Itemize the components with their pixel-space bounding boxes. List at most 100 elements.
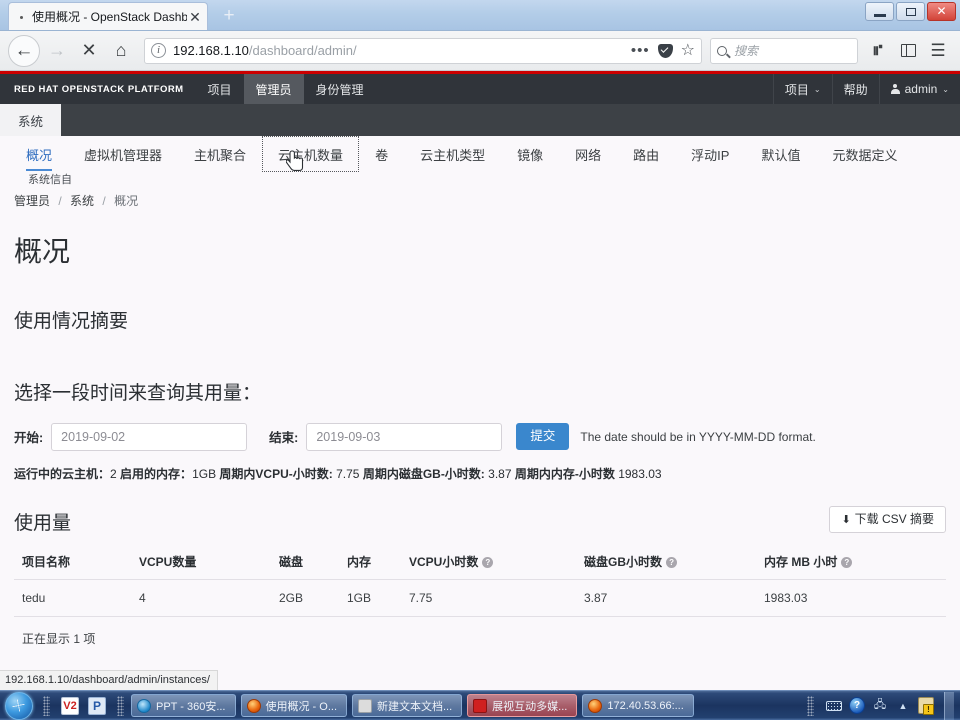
- show-desktop-button[interactable]: [944, 691, 954, 720]
- col-project-name[interactable]: 项目名称: [14, 546, 139, 580]
- minimize-button[interactable]: [865, 2, 894, 21]
- project-switcher-label: 项目: [784, 82, 809, 97]
- address-bar-actions: ••• ☆: [625, 42, 695, 58]
- browser-status-bar: 192.168.1.10/dashboard/admin/instances/: [0, 670, 218, 690]
- vcpu-hours-value: 7.75: [336, 466, 360, 481]
- page-actions-icon[interactable]: •••: [631, 43, 650, 58]
- col-disk[interactable]: 磁盘: [279, 546, 347, 580]
- panel-tabs: 概况 虚拟机管理器 主机聚合 云主机数量 卷 云主机类型 镜像 网络 路由 浮动…: [0, 136, 960, 172]
- end-date-input[interactable]: 2019-09-03: [306, 422, 503, 451]
- breadcrumb-admin[interactable]: 管理员: [14, 194, 50, 208]
- home-button[interactable]: ⌂: [106, 36, 136, 66]
- sidebar-icon[interactable]: [894, 37, 922, 65]
- tab-flavors[interactable]: 云主机类型: [404, 136, 501, 172]
- usage-table: 项目名称 VCPU数量 磁盘 内存 VCPU小时数? 磁盘GB小时数? 内存 M…: [14, 546, 946, 617]
- help-icon[interactable]: ?: [849, 697, 865, 714]
- tab-volumes[interactable]: 卷: [359, 136, 404, 172]
- page-title: 概况: [14, 236, 71, 267]
- toolbar-grip[interactable]: [117, 695, 124, 716]
- start-date-input[interactable]: 2019-09-02: [51, 422, 248, 451]
- cell-memory: 1GB: [347, 579, 409, 617]
- tab-floating-ips[interactable]: 浮动IP: [675, 136, 745, 172]
- download-csv-button[interactable]: ⬇ 下载 CSV 摘要: [829, 505, 946, 533]
- col-vcpu-count[interactable]: VCPU数量: [139, 546, 279, 580]
- col-label: VCPU数量: [139, 554, 197, 569]
- memory-hours-label: 周期内内存-小时数: [514, 466, 615, 481]
- tab-networks[interactable]: 网络: [559, 136, 617, 172]
- help-link[interactable]: 帮助: [831, 74, 879, 104]
- usage-title: 使用量: [14, 512, 72, 534]
- tab-defaults[interactable]: 默认值: [745, 136, 816, 172]
- tray-grip[interactable]: [807, 695, 814, 716]
- tab-overview[interactable]: 概况: [10, 136, 68, 172]
- ram-value: 1GB: [192, 466, 217, 481]
- cell-disk-gb-hours: 3.87: [584, 579, 764, 617]
- system-info-link[interactable]: 系统信自: [0, 170, 960, 187]
- submit-button[interactable]: 提交: [516, 423, 570, 450]
- start-button[interactable]: [0, 691, 38, 720]
- pocket-icon[interactable]: [657, 43, 673, 58]
- nav-item-admin[interactable]: 管理员: [243, 74, 304, 104]
- toolbar-grip[interactable]: [43, 695, 50, 716]
- close-icon[interactable]: ✕: [187, 9, 203, 25]
- taskbar-item-firefox2[interactable]: 172.40.53.66:...: [582, 694, 694, 717]
- col-vcpu-hours[interactable]: VCPU小时数?: [409, 546, 584, 580]
- tab-hypervisors[interactable]: 虚拟机管理器: [68, 136, 178, 172]
- tab-routers[interactable]: 路由: [617, 136, 675, 172]
- nav-item-identity[interactable]: 身份管理: [304, 74, 376, 104]
- tab-images[interactable]: 镜像: [501, 136, 559, 172]
- nav-item-project[interactable]: 项目: [196, 74, 244, 104]
- library-icon[interactable]: ⑈: [864, 37, 892, 65]
- project-switcher[interactable]: 项目 ⌄: [772, 74, 832, 104]
- vegas-icon[interactable]: V2: [61, 696, 79, 715]
- network-icon[interactable]: 🖧: [872, 698, 888, 714]
- user-menu[interactable]: admin ⌄: [878, 74, 960, 104]
- taskbar-item-video[interactable]: 展视互动多媒...: [467, 694, 578, 717]
- help-icon[interactable]: ?: [482, 556, 494, 568]
- taskbar-buttons: PPT - 360安... 使用概况 - O... 新建文本文档... 展视互动…: [129, 694, 694, 717]
- ram-label: 启用的内存：: [120, 466, 193, 481]
- security-icon[interactable]: [918, 697, 934, 715]
- stop-button[interactable]: ✕: [74, 36, 104, 66]
- menu-icon[interactable]: ☰: [924, 37, 952, 65]
- taskbar-item-ppt[interactable]: PPT - 360安...: [131, 694, 236, 717]
- powerpoint-icon[interactable]: P: [88, 696, 106, 715]
- taskbar-item-label: PPT - 360安...: [156, 700, 226, 713]
- start-date-value: 2019-09-02: [61, 429, 126, 444]
- bookmark-star-icon[interactable]: ☆: [681, 42, 695, 58]
- col-disk-gb-hours[interactable]: 磁盘GB小时数?: [584, 546, 764, 580]
- back-button[interactable]: ←: [8, 34, 40, 67]
- table-row[interactable]: tedu 4 2GB 1GB 7.75 3.87 1983.03: [14, 579, 946, 617]
- forward-button[interactable]: →: [42, 36, 72, 66]
- browser-tab[interactable]: 使用概况 - OpenStack Dashb ✕: [8, 2, 208, 30]
- col-memory-mb-hours[interactable]: 内存 MB 小时?: [764, 546, 946, 580]
- taskbar-item-firefox[interactable]: 使用概况 - O...: [240, 694, 347, 717]
- breadcrumb-separator: /: [58, 194, 62, 208]
- taskbar-item-label: 使用概况 - O...: [265, 700, 338, 713]
- address-bar[interactable]: i 192.168.1.10/dashboard/admin/ ••• ☆: [144, 37, 702, 64]
- usage-stats-line: 运行中的云主机：2 启用的内存：1GB 周期内VCPU-小时数: 7.75 周期…: [14, 465, 946, 482]
- breadcrumb-system[interactable]: 系统: [70, 194, 94, 208]
- primary-nav: 项目 管理员 身份管理: [196, 74, 376, 104]
- nav-item-system[interactable]: 系统: [0, 104, 62, 136]
- quick-launch: V2 P: [55, 696, 112, 715]
- show-hidden-icons-icon[interactable]: ▲: [895, 698, 911, 714]
- tab-host-aggregates[interactable]: 主机聚合: [178, 136, 262, 172]
- col-memory[interactable]: 内存: [347, 546, 409, 580]
- cell-disk: 2GB: [279, 579, 347, 617]
- search-input[interactable]: 搜索: [710, 37, 858, 64]
- keyboard-icon[interactable]: [826, 698, 842, 714]
- new-tab-button[interactable]: +: [216, 5, 242, 27]
- info-icon[interactable]: i: [151, 43, 166, 58]
- help-icon[interactable]: ?: [666, 556, 678, 568]
- windows-taskbar: V2 P PPT - 360安... 使用概况 - O... 新建文本文档...…: [0, 690, 960, 720]
- taskbar-item-notepad[interactable]: 新建文本文档...: [352, 694, 463, 717]
- window-close-button[interactable]: ✕: [927, 2, 956, 21]
- system-tray: ? 🖧 ▲: [802, 691, 960, 720]
- maximize-button[interactable]: [896, 2, 925, 21]
- maximize-icon: [906, 8, 916, 16]
- tab-instances[interactable]: 云主机数量: [262, 136, 360, 172]
- tab-metadata-definitions[interactable]: 元数据定义: [816, 136, 913, 172]
- taskbar-item-label: 新建文本文档...: [377, 700, 453, 713]
- help-icon[interactable]: ?: [841, 556, 853, 568]
